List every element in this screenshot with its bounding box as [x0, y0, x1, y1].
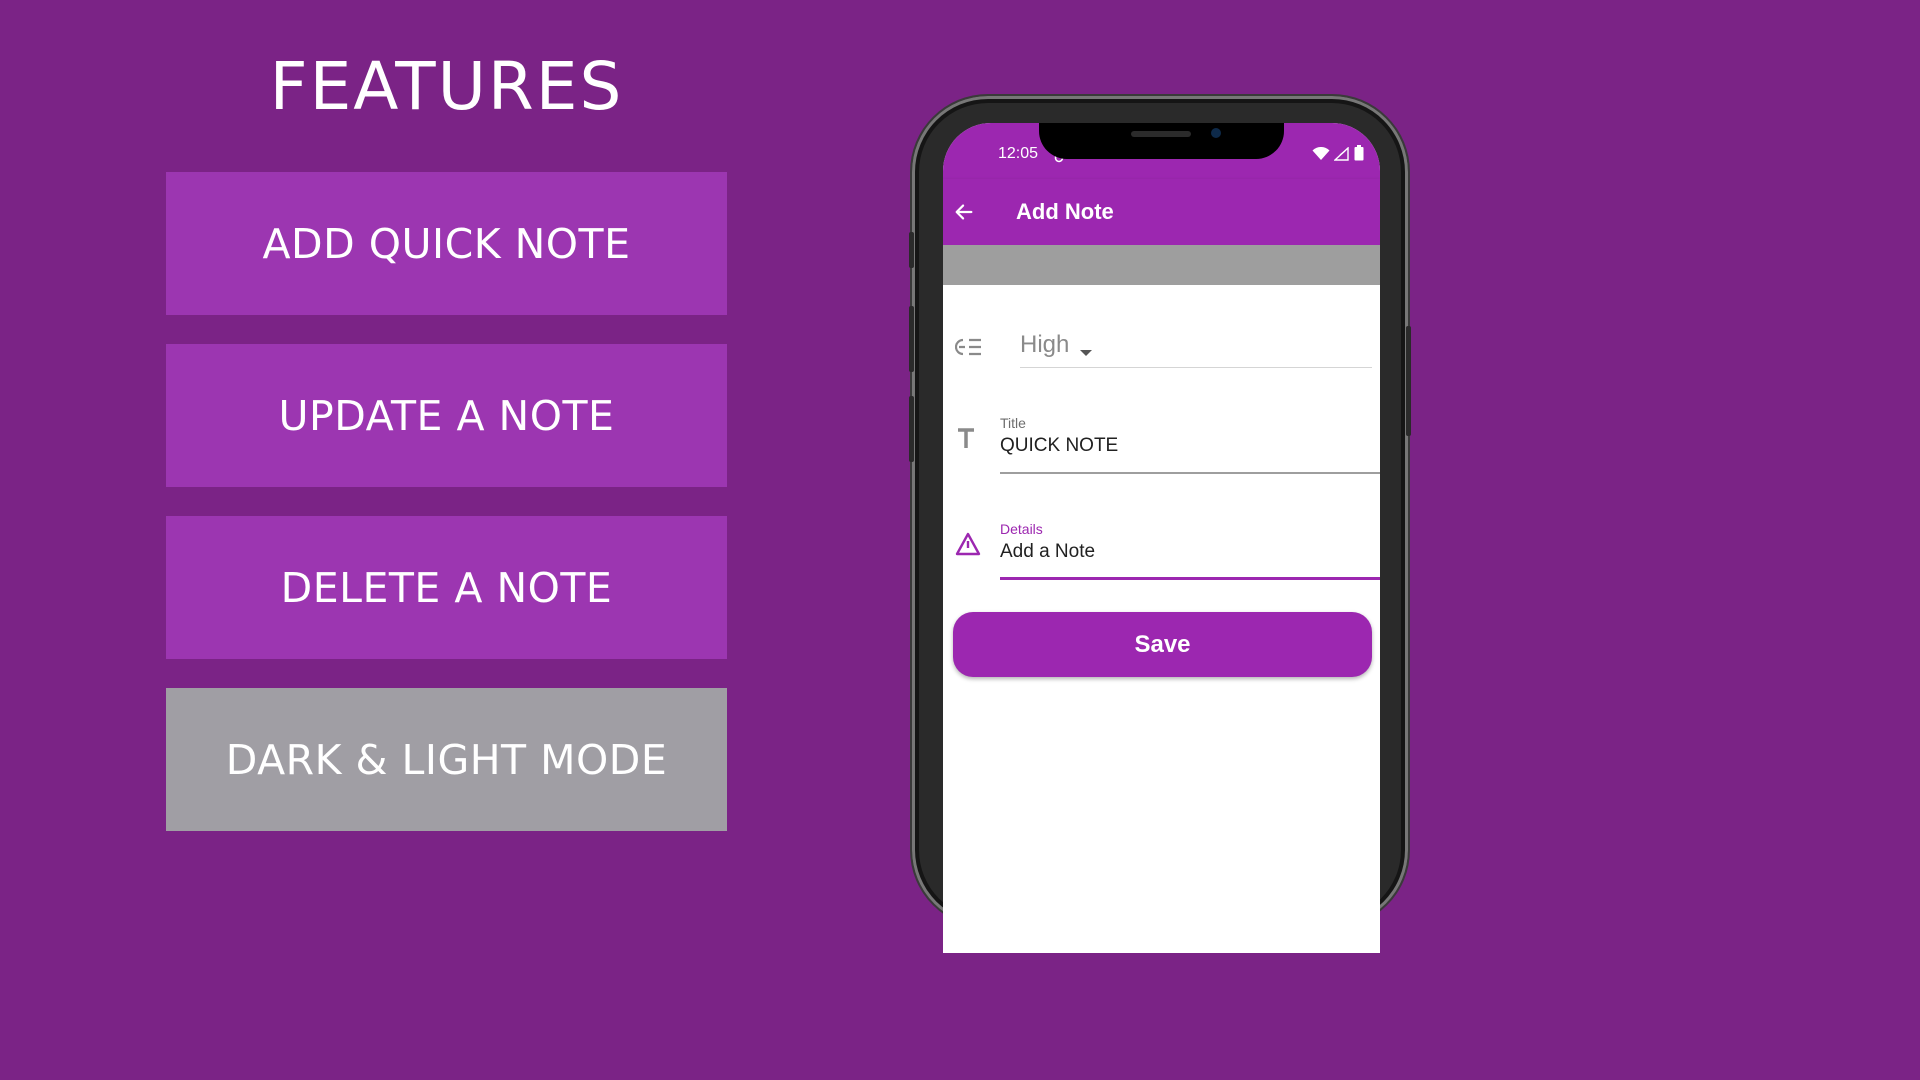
battery-icon	[1354, 145, 1364, 165]
title-field[interactable]: QUICK NOTE	[1000, 435, 1118, 457]
priority-value: High	[1020, 331, 1070, 358]
wifi-icon	[1312, 146, 1330, 165]
feature-dark-light-mode: DARK & LIGHT MODE	[166, 688, 727, 831]
app-bar-title: Add Note	[1016, 199, 1114, 224]
feature-add-quick-note: ADD QUICK NOTE	[166, 172, 727, 315]
phone-notch	[1039, 123, 1284, 159]
gray-overlay	[943, 245, 1380, 285]
priority-icon	[954, 337, 983, 361]
details-field[interactable]: Add a Note	[1000, 541, 1095, 563]
back-arrow-icon[interactable]	[953, 201, 975, 227]
speaker-grille	[1131, 131, 1191, 137]
app-bar: Add Note	[943, 179, 1380, 245]
phone-mute-switch	[909, 232, 914, 268]
feature-delete-note: DELETE A NOTE	[166, 516, 727, 659]
save-button[interactable]: Save	[953, 612, 1372, 677]
title-field-underline	[1000, 472, 1380, 474]
front-camera	[1211, 128, 1221, 138]
phone-frame: 12:05 Add Note High Title QUICK NOTE Det…	[909, 96, 1411, 953]
phone-power-button	[1406, 326, 1411, 436]
phone-volume-up	[909, 306, 914, 372]
dropdown-arrow-icon	[1080, 343, 1092, 362]
phone-volume-down	[909, 396, 914, 462]
details-field-label: Details	[1000, 521, 1043, 537]
details-field-underline	[1000, 577, 1380, 580]
title-text-icon	[956, 428, 976, 454]
title-field-label: Title	[1000, 415, 1026, 431]
phone-screen: 12:05 Add Note High Title QUICK NOTE Det…	[943, 123, 1380, 953]
status-icons	[1312, 145, 1364, 165]
feature-update-note: UPDATE A NOTE	[166, 344, 727, 487]
warning-icon	[955, 532, 981, 560]
priority-select[interactable]: High	[1020, 329, 1372, 368]
status-time: 12:05	[998, 145, 1039, 162]
features-title: FEATURES	[269, 48, 624, 125]
signal-icon	[1333, 145, 1350, 165]
add-note-form: High Title QUICK NOTE Details Add a Note…	[943, 285, 1380, 953]
